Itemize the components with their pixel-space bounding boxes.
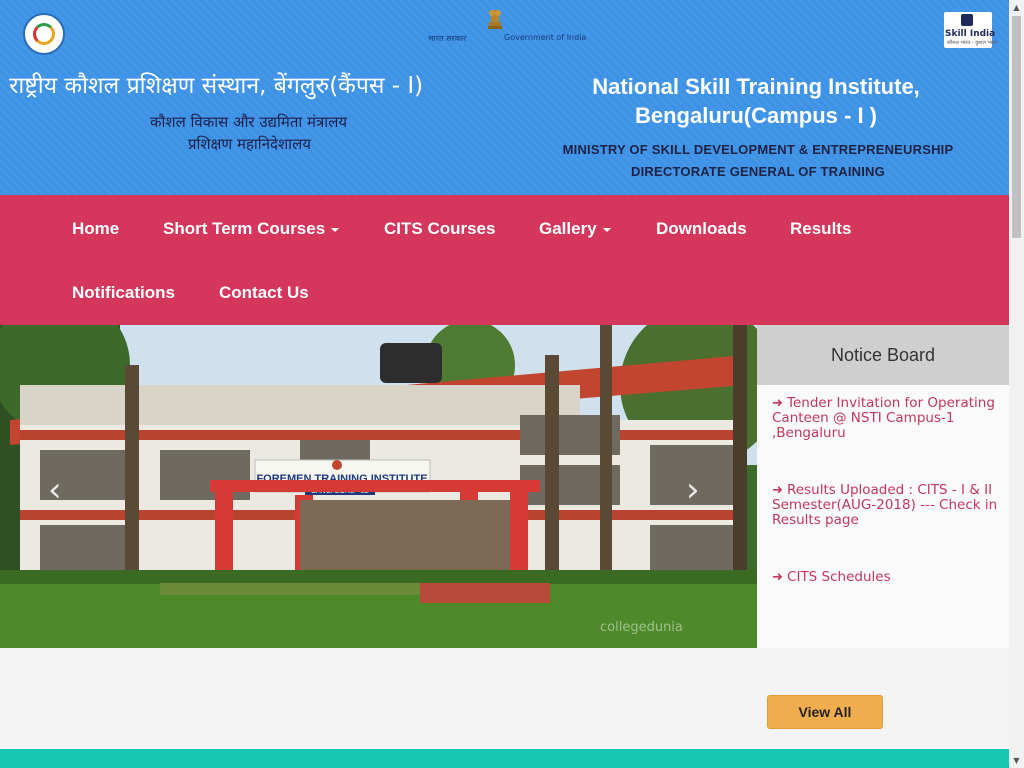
gov-logo-hindi-text: भारत सरकार bbox=[428, 34, 467, 43]
carousel-prev-arrow-icon[interactable]: ‹ bbox=[48, 470, 62, 510]
english-title-line1: National Skill Training Institute, bbox=[592, 74, 920, 99]
ashoka-emblem-icon bbox=[488, 10, 502, 29]
government-of-india-logo: भारत सरकार Government of India bbox=[428, 8, 586, 46]
english-ministry-name: MINISTRY OF SKILL DEVELOPMENT & ENTREPRE… bbox=[562, 142, 954, 157]
nav-home[interactable]: Home bbox=[72, 219, 119, 239]
notice-item[interactable]: ➜ Results Uploaded : CITS - I & II Semes… bbox=[772, 483, 1004, 528]
notice-item[interactable]: ➜ CITS Schedules bbox=[772, 569, 1004, 586]
main-navigation: Home Short Term Courses CITS Courses Gal… bbox=[0, 195, 1009, 325]
nav-results-label: Results bbox=[790, 219, 852, 238]
scrollbar-thumb[interactable] bbox=[1012, 16, 1021, 238]
nav-cits-courses-label: CITS Courses bbox=[384, 219, 496, 238]
site-header: भारत सरकार Government of India Skill Ind… bbox=[0, 0, 1009, 195]
view-all-button[interactable]: View All bbox=[767, 695, 883, 729]
nav-downloads[interactable]: Downloads bbox=[656, 219, 747, 239]
nav-notifications-label: Notifications bbox=[72, 283, 175, 302]
dropdown-caret-icon bbox=[602, 227, 611, 232]
nav-results[interactable]: Results bbox=[790, 219, 851, 239]
arrow-right-icon: ➜ bbox=[772, 483, 788, 498]
nav-notifications[interactable]: Notifications bbox=[72, 283, 175, 303]
nav-home-label: Home bbox=[72, 219, 120, 238]
nav-contact-us-label: Contact Us bbox=[219, 283, 309, 302]
english-title-line2: Bengaluru(Campus - I ) bbox=[634, 103, 877, 128]
hindi-institute-title: राष्ट्रीय कौशल प्रशिक्षण संस्थान, बेंगलु… bbox=[9, 73, 424, 99]
image-carousel[interactable]: FOREMEN TRAINING INSTITUTE BANGALORE - 2… bbox=[0, 325, 757, 648]
gov-logo-english-text: Government of India bbox=[504, 33, 587, 42]
hindi-ministry-name: कौशल विकास और उद्यमिता मंत्रालय bbox=[150, 113, 348, 131]
notice-board-list: ➜ Tender Invitation for Operating Cantee… bbox=[757, 385, 1009, 648]
arrow-right-icon: ➜ bbox=[772, 396, 788, 411]
skill-india-text: Skill India bbox=[945, 29, 996, 39]
page: भारत सरकार Government of India Skill Ind… bbox=[0, 0, 1009, 768]
carousel-watermark: collegedunia bbox=[600, 620, 683, 635]
notice-item-text: Tender Invitation for Operating Canteen … bbox=[772, 395, 995, 441]
campus-building-photo: FOREMEN TRAINING INSTITUTE BANGALORE - 2… bbox=[0, 325, 757, 648]
vertical-scrollbar[interactable]: ▲ ▼ bbox=[1009, 0, 1024, 768]
english-directorate-name: DIRECTORATE GENERAL OF TRAINING bbox=[631, 164, 885, 179]
notice-item[interactable]: ➜ Tender Invitation for Operating Cantee… bbox=[772, 396, 1004, 441]
hindi-directorate-name: प्रशिक्षण महानिदेशालय bbox=[188, 135, 311, 153]
carousel-next-arrow-icon[interactable]: › bbox=[686, 470, 700, 510]
nav-gallery[interactable]: Gallery bbox=[539, 219, 611, 239]
nsti-logo[interactable] bbox=[23, 13, 65, 55]
skill-india-tagline: कौशल भारत - कुशल भारत bbox=[947, 40, 998, 46]
arrow-right-icon: ➜ bbox=[772, 570, 788, 585]
scroll-down-arrow-icon[interactable]: ▼ bbox=[1009, 753, 1024, 768]
nav-short-term-courses-label: Short Term Courses bbox=[163, 219, 326, 238]
notice-board-heading: Notice Board bbox=[757, 325, 1009, 385]
skill-india-gear-icon bbox=[961, 14, 973, 26]
footer-strip bbox=[0, 749, 1009, 768]
nav-cits-courses[interactable]: CITS Courses bbox=[384, 219, 495, 239]
scroll-up-arrow-icon[interactable]: ▲ bbox=[1009, 0, 1024, 15]
nav-downloads-label: Downloads bbox=[656, 219, 747, 238]
logo-emblem-icon bbox=[33, 23, 55, 45]
dropdown-caret-icon bbox=[331, 227, 340, 232]
nav-short-term-courses[interactable]: Short Term Courses bbox=[163, 219, 340, 239]
notice-item-text: Results Uploaded : CITS - I & II Semeste… bbox=[772, 482, 998, 528]
notice-item-text: CITS Schedules bbox=[787, 569, 891, 585]
skill-india-logo[interactable]: Skill India कौशल भारत - कुशल भारत bbox=[944, 12, 997, 48]
nav-contact-us[interactable]: Contact Us bbox=[219, 283, 309, 303]
nav-gallery-label: Gallery bbox=[539, 219, 597, 238]
english-institute-title: National Skill Training Institute, Benga… bbox=[560, 72, 952, 130]
